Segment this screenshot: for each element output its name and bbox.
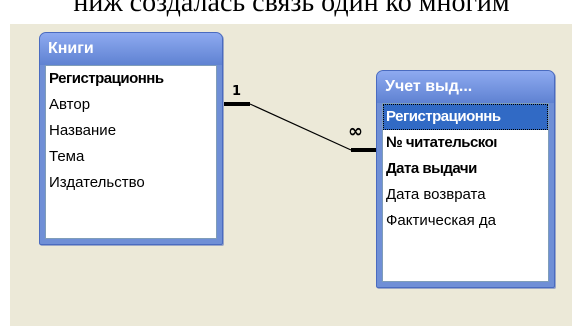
field-books-title[interactable]: Название: [46, 118, 216, 144]
field-issues-reader-number[interactable]: № читательскоı: [383, 130, 548, 156]
field-issues-reg-number[interactable]: Регистрационнь: [383, 104, 548, 130]
one-side-label: 1: [232, 84, 242, 99]
field-issues-actual-date[interactable]: Фактическая да: [383, 208, 548, 234]
field-books-reg-number[interactable]: Регистрационнь: [46, 66, 216, 92]
page-caption: ниж создалась связь один ко многим: [73, 0, 510, 18]
field-books-topic[interactable]: Тема: [46, 144, 216, 170]
field-issues-return-date[interactable]: Дата возврата: [383, 182, 548, 208]
table-issues-field-list[interactable]: Регистрационнь № читательскоı Дата выдач…: [382, 103, 549, 282]
field-books-author[interactable]: Автор: [46, 92, 216, 118]
many-side-label: ∞: [348, 121, 363, 142]
table-books-title[interactable]: Книги: [40, 33, 222, 65]
table-issues-title[interactable]: Учет выд...: [377, 71, 554, 103]
relationships-canvas[interactable]: 1 ∞ Книги Регистрационнь Автор Название …: [10, 24, 572, 326]
field-issues-issue-date[interactable]: Дата выдачи: [383, 156, 548, 182]
field-books-publisher[interactable]: Издательство: [46, 170, 216, 196]
table-books-field-list[interactable]: Регистрационнь Автор Название Тема Издат…: [45, 65, 217, 239]
table-issues[interactable]: Учет выд... Регистрационнь № читательско…: [376, 70, 555, 288]
table-books[interactable]: Книги Регистрационнь Автор Название Тема…: [39, 32, 223, 245]
